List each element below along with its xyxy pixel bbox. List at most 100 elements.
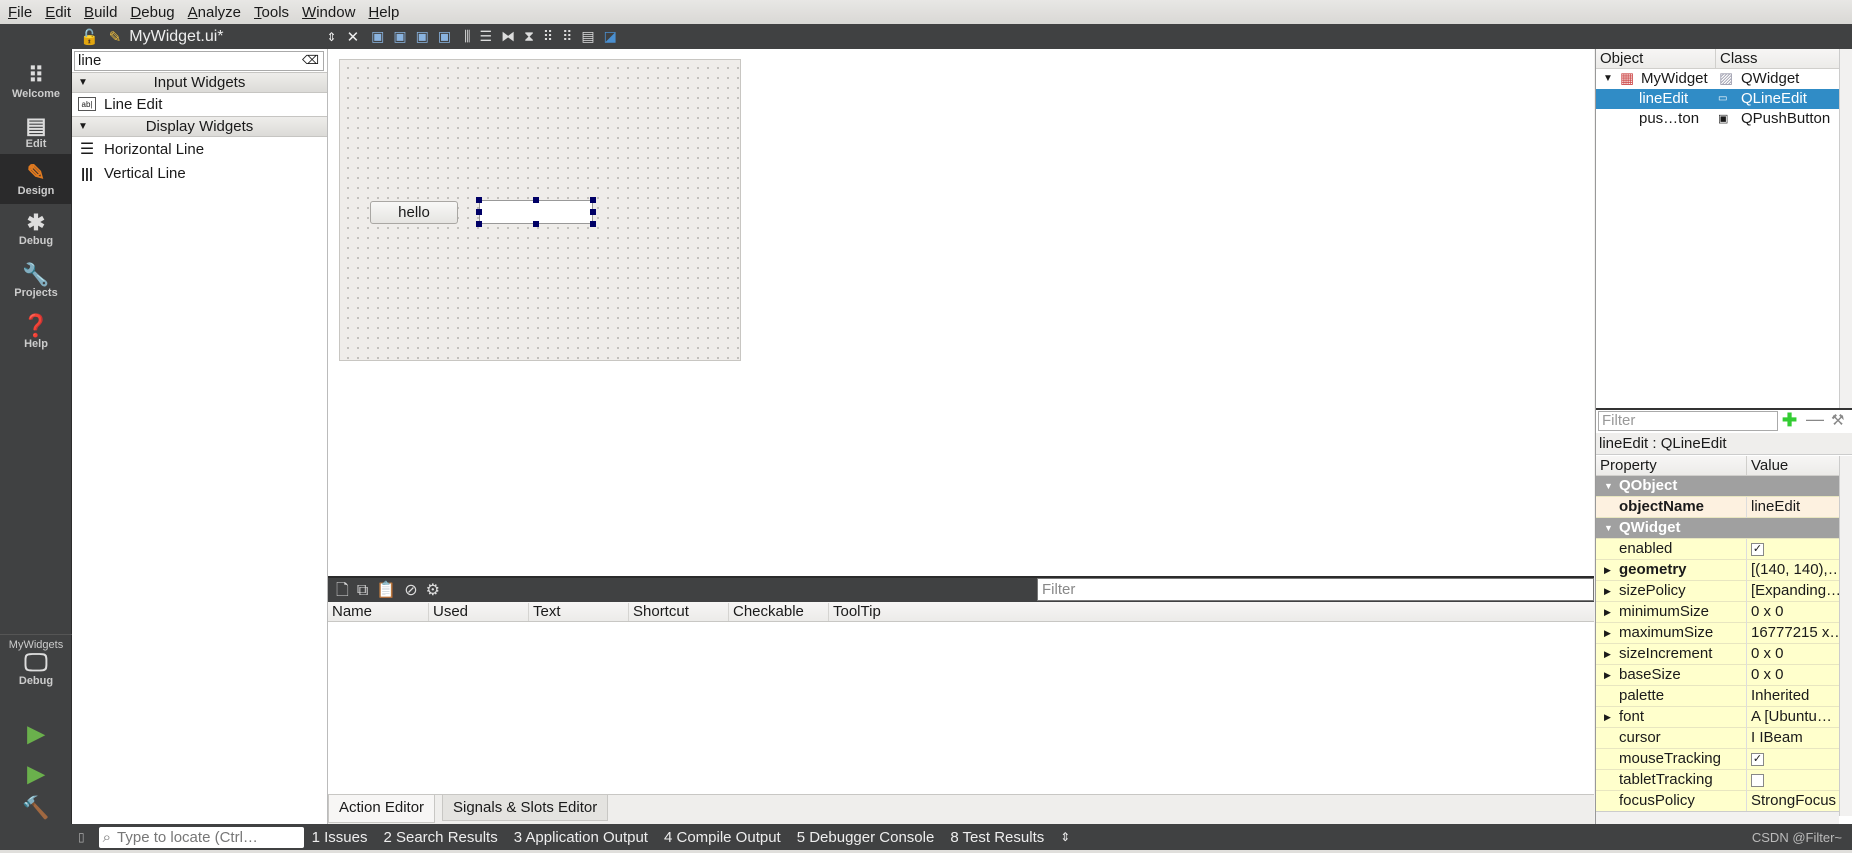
- object-row-mywidget[interactable]: ▼ ▦ MyWidget ▨ QWidget: [1596, 69, 1839, 89]
- mode-edit[interactable]: ▤ Edit: [0, 107, 72, 157]
- resize-handle[interactable]: [476, 197, 482, 203]
- menu-file[interactable]: File: [8, 4, 32, 21]
- property-value[interactable]: lineEdit: [1746, 497, 1839, 518]
- layout-tools[interactable]: ⫼☰⧓⧗⠿⠿▤: [464, 28, 604, 45]
- menu-analyze[interactable]: Analyze: [188, 4, 241, 21]
- property-row-focuspolicy[interactable]: focusPolicy StrongFocus: [1596, 791, 1839, 812]
- resize-handle[interactable]: [533, 221, 539, 227]
- resize-handle[interactable]: [590, 209, 596, 215]
- column-tooltip[interactable]: ToolTip: [828, 603, 881, 621]
- run-button[interactable]: ▶: [0, 719, 72, 749]
- expand-icon[interactable]: ▶: [1604, 602, 1611, 622]
- copy-icon[interactable]: ⧉: [357, 582, 376, 599]
- property-row-sizeincrement[interactable]: ▶ sizeIncrement 0 x 0: [1596, 644, 1839, 665]
- gear-icon[interactable]: ⚙: [426, 582, 448, 599]
- property-value[interactable]: ✓: [1746, 539, 1839, 560]
- widget-vertical-line[interactable]: ||| Vertical Line: [78, 162, 186, 184]
- checkbox[interactable]: ✓: [1751, 752, 1764, 766]
- property-value[interactable]: 16777215 x…: [1746, 623, 1839, 644]
- mode-debug[interactable]: ✱ Debug: [0, 204, 72, 254]
- category-display-widgets[interactable]: ▼ Display Widgets: [72, 116, 327, 137]
- expand-icon[interactable]: ▶: [1604, 581, 1611, 601]
- menu-tools[interactable]: Tools: [254, 4, 289, 21]
- output-pane-5[interactable]: 5 Debugger Console: [797, 829, 935, 846]
- checkbox[interactable]: ✓: [1751, 542, 1764, 556]
- column-property[interactable]: Property: [1596, 456, 1746, 476]
- file-switch-icon[interactable]: ⇕: [327, 30, 337, 44]
- expand-icon[interactable]: ▶: [1604, 644, 1611, 664]
- menu-edit[interactable]: Edit: [45, 4, 71, 21]
- kit-selector[interactable]: MyWidgets 🖵 Debug: [0, 639, 72, 709]
- menu-build[interactable]: Build: [84, 4, 117, 21]
- output-pane-3[interactable]: 3 Application Output: [514, 829, 648, 846]
- configure-icon[interactable]: ⚒: [1831, 411, 1844, 429]
- expand-icon[interactable]: ▶: [1604, 560, 1611, 580]
- resize-handle[interactable]: [590, 197, 596, 203]
- property-row-mousetracking[interactable]: mouseTracking ✓: [1596, 749, 1839, 770]
- category-input-widgets[interactable]: ▼ Input Widgets: [72, 72, 327, 93]
- expand-icon[interactable]: ▶: [1604, 665, 1611, 685]
- column-class[interactable]: Class: [1715, 49, 1839, 69]
- menu-debug[interactable]: Debug: [130, 4, 174, 21]
- expand-icon[interactable]: ▶: [1604, 623, 1611, 643]
- debug-run-button[interactable]: ▶: [0, 759, 72, 789]
- column-used[interactable]: Used: [428, 603, 468, 621]
- property-value[interactable]: Inherited: [1746, 686, 1839, 707]
- column-object[interactable]: Object: [1596, 49, 1715, 69]
- menu-help[interactable]: Help: [368, 4, 399, 21]
- mode-projects[interactable]: 🔧 Projects: [0, 256, 72, 306]
- column-value[interactable]: Value: [1746, 456, 1839, 476]
- output-pane-switch-icon[interactable]: ⇕: [1060, 830, 1070, 844]
- property-value[interactable]: 0 x 0: [1746, 665, 1839, 686]
- column-checkable[interactable]: Checkable: [728, 603, 804, 621]
- hello-push-button[interactable]: hello: [370, 201, 458, 224]
- add-property-icon[interactable]: ✚: [1782, 410, 1797, 431]
- property-row-qwidget[interactable]: ▼ QWidget: [1596, 518, 1839, 539]
- property-row-font[interactable]: ▶ font A [Ubuntu…: [1596, 707, 1839, 728]
- resize-handle[interactable]: [533, 197, 539, 203]
- form-editor-tools[interactable]: ▣▣▣▣: [371, 28, 460, 45]
- property-row-enabled[interactable]: enabled ✓: [1596, 539, 1839, 560]
- property-value[interactable]: 0 x 0: [1746, 644, 1839, 665]
- property-row-minimumsize[interactable]: ▶ minimumSize 0 x 0: [1596, 602, 1839, 623]
- property-row-qobject[interactable]: ▼ QObject: [1596, 476, 1839, 497]
- mode-design[interactable]: ✎ Design: [0, 154, 72, 204]
- adjust-size-icon[interactable]: ◪: [604, 28, 617, 45]
- lock-icon[interactable]: 🔓: [80, 28, 99, 46]
- property-value[interactable]: [Expanding…: [1746, 581, 1839, 602]
- property-row-geometry[interactable]: ▶ geometry [(140, 140),…: [1596, 560, 1839, 581]
- property-value[interactable]: ✓: [1746, 749, 1839, 770]
- property-row-cursor[interactable]: cursor I IBeam: [1596, 728, 1839, 749]
- build-button[interactable]: 🔨: [0, 793, 72, 823]
- mode-help[interactable]: ❓ Help: [0, 307, 72, 357]
- paste-icon[interactable]: 📋: [376, 582, 404, 599]
- property-row-basesize[interactable]: ▶ baseSize 0 x 0: [1596, 665, 1839, 686]
- object-scrollbar[interactable]: [1839, 49, 1852, 409]
- checkbox[interactable]: [1751, 773, 1764, 787]
- property-value[interactable]: StrongFocus: [1746, 791, 1839, 812]
- widget-line-edit[interactable]: ab| Line Edit: [78, 93, 162, 115]
- output-pane-6[interactable]: 8 Test Results: [950, 829, 1044, 846]
- object-row-pushbutton[interactable]: pus…ton ▣ QPushButton: [1596, 109, 1839, 129]
- resize-handle[interactable]: [476, 209, 482, 215]
- output-pane-1[interactable]: 1 Issues: [312, 829, 368, 846]
- locate-input[interactable]: ⌕ Type to locate (Ctrl…: [98, 826, 304, 848]
- tab-action-editor[interactable]: Action Editor: [328, 795, 436, 823]
- property-row-sizepolicy[interactable]: ▶ sizePolicy [Expanding…: [1596, 581, 1839, 602]
- resize-handle[interactable]: [590, 221, 596, 227]
- clear-search-icon[interactable]: ⌫: [302, 53, 319, 67]
- widget-horizontal-line[interactable]: ☰ Horizontal Line: [78, 138, 204, 160]
- property-value[interactable]: A [Ubuntu…: [1746, 707, 1839, 728]
- output-pane-4[interactable]: 4 Compile Output: [664, 829, 781, 846]
- property-row-objectname[interactable]: objectName lineEdit: [1596, 497, 1839, 518]
- widget-search-input[interactable]: line: [74, 51, 324, 71]
- property-row-tablettracking[interactable]: tabletTracking: [1596, 770, 1839, 791]
- new-action-icon[interactable]: 🗋: [336, 582, 357, 599]
- property-value[interactable]: [(140, 140),…: [1746, 560, 1839, 581]
- property-hscrollbar[interactable]: [1596, 811, 1839, 824]
- close-document-icon[interactable]: ✕: [347, 28, 360, 46]
- property-scrollbar[interactable]: [1839, 456, 1852, 816]
- object-row-lineedit[interactable]: lineEdit ▭ QLineEdit: [1596, 89, 1839, 109]
- resize-handle[interactable]: [476, 221, 482, 227]
- action-filter-input[interactable]: Filter: [1037, 578, 1594, 601]
